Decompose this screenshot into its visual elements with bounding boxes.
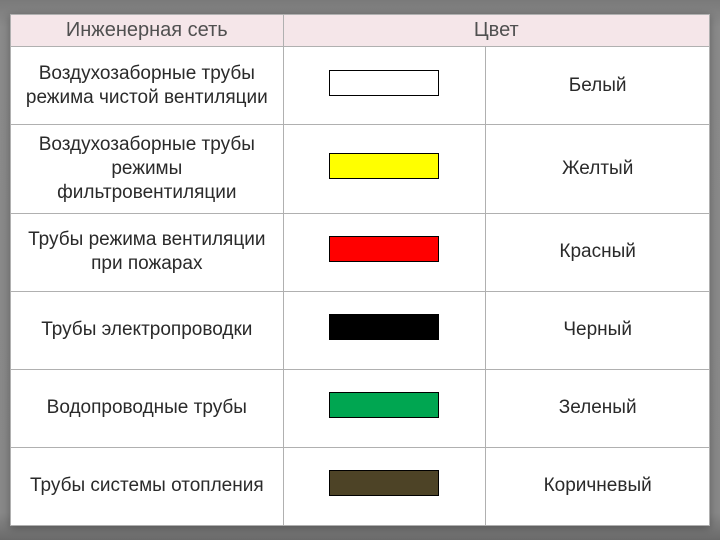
row-color-name: Зеленый — [486, 369, 710, 447]
row-color-name: Красный — [486, 213, 710, 291]
color-swatch — [329, 314, 439, 340]
row-label: Воздухозаборные трубы режимы фильтровент… — [11, 125, 284, 213]
table-row: Водопроводные трубы Зеленый — [11, 369, 710, 447]
legend-table-container: Инженерная сеть Цвет Воздухозаборные тру… — [10, 14, 710, 525]
header-color: Цвет — [283, 15, 709, 47]
color-swatch — [329, 153, 439, 179]
row-swatch-cell — [283, 369, 486, 447]
row-label: Трубы системы отопления — [11, 447, 284, 525]
row-swatch-cell — [283, 447, 486, 525]
row-color-name: Белый — [486, 47, 710, 125]
color-swatch — [329, 236, 439, 262]
color-swatch — [329, 392, 439, 418]
row-label: Водопроводные трубы — [11, 369, 284, 447]
table-row: Трубы электропроводки Черный — [11, 291, 710, 369]
table-row: Трубы системы отопления Коричневый — [11, 447, 710, 525]
legend-table: Инженерная сеть Цвет Воздухозаборные тру… — [10, 14, 710, 525]
row-color-name: Черный — [486, 291, 710, 369]
color-swatch — [329, 70, 439, 96]
row-swatch-cell — [283, 125, 486, 213]
row-color-name: Желтый — [486, 125, 710, 213]
row-label: Трубы режима вентиляции при пожарах — [11, 213, 284, 291]
row-color-name: Коричневый — [486, 447, 710, 525]
table-row: Воздухозаборные трубы режима чистой вент… — [11, 47, 710, 125]
color-swatch — [329, 470, 439, 496]
row-swatch-cell — [283, 213, 486, 291]
row-swatch-cell — [283, 47, 486, 125]
row-label: Трубы электропроводки — [11, 291, 284, 369]
row-label: Воздухозаборные трубы режима чистой вент… — [11, 47, 284, 125]
table-row: Трубы режима вентиляции при пожарах Крас… — [11, 213, 710, 291]
table-row: Воздухозаборные трубы режимы фильтровент… — [11, 125, 710, 213]
row-swatch-cell — [283, 291, 486, 369]
legend-rows: Воздухозаборные трубы режима чистой вент… — [11, 47, 710, 525]
header-network: Инженерная сеть — [11, 15, 284, 47]
